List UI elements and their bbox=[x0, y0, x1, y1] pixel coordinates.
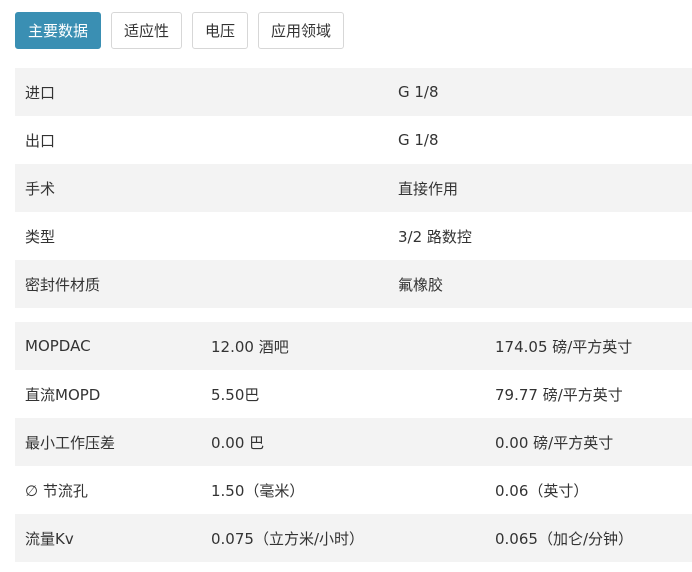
table-row: ∅ 节流孔 1.50（毫米） 0.06（英寸） bbox=[15, 466, 692, 514]
table-row: 出口 G 1/8 bbox=[15, 116, 692, 164]
table-row: 进口 G 1/8 bbox=[15, 68, 692, 116]
specs-table: MOPDAC 12.00 酒吧 174.05 磅/平方英寸 直流MOPD 5.5… bbox=[15, 322, 692, 562]
tab-application-area[interactable]: 应用领域 bbox=[258, 12, 345, 49]
spec-label: 流量Kv bbox=[15, 514, 201, 562]
row-label: 手术 bbox=[15, 164, 388, 212]
spec-label: 直流MOPD bbox=[15, 370, 201, 418]
row-value: G 1/8 bbox=[388, 68, 692, 116]
row-label: 进口 bbox=[15, 68, 388, 116]
spec-metric-value: 1.50（毫米） bbox=[201, 466, 485, 514]
spec-imperial-value: 79.77 磅/平方英寸 bbox=[485, 370, 692, 418]
spec-label: MOPDAC bbox=[15, 322, 201, 370]
row-label: 出口 bbox=[15, 116, 388, 164]
table-row: 密封件材质 氟橡胶 bbox=[15, 260, 692, 308]
spec-imperial-value: 174.05 磅/平方英寸 bbox=[485, 322, 692, 370]
spec-label: 最小工作压差 bbox=[15, 418, 201, 466]
spec-metric-value: 12.00 酒吧 bbox=[201, 322, 485, 370]
spec-label: ∅ 节流孔 bbox=[15, 466, 201, 514]
tab-main-data[interactable]: 主要数据 bbox=[15, 12, 102, 49]
spec-imperial-value: 0.00 磅/平方英寸 bbox=[485, 418, 692, 466]
spec-imperial-value: 0.065（加仑/分钟） bbox=[485, 514, 692, 562]
tab-voltage[interactable]: 电压 bbox=[192, 12, 249, 49]
row-value: G 1/8 bbox=[388, 116, 692, 164]
tab-bar: 主要数据 适应性 电压 应用领域 bbox=[15, 12, 345, 49]
spec-metric-value: 0.075（立方米/小时） bbox=[201, 514, 485, 562]
main-data-table: 进口 G 1/8 出口 G 1/8 手术 直接作用 类型 3/2 路数控 密封件… bbox=[15, 68, 692, 308]
spec-metric-value: 0.00 巴 bbox=[201, 418, 485, 466]
row-value: 直接作用 bbox=[388, 164, 692, 212]
row-label: 类型 bbox=[15, 212, 388, 260]
spec-imperial-value: 0.06（英寸） bbox=[485, 466, 692, 514]
table-row: 手术 直接作用 bbox=[15, 164, 692, 212]
row-label: 密封件材质 bbox=[15, 260, 388, 308]
table-row: MOPDAC 12.00 酒吧 174.05 磅/平方英寸 bbox=[15, 322, 692, 370]
table-row: 类型 3/2 路数控 bbox=[15, 212, 692, 260]
table-row: 直流MOPD 5.50巴 79.77 磅/平方英寸 bbox=[15, 370, 692, 418]
tab-adaptability[interactable]: 适应性 bbox=[111, 12, 183, 49]
table-row: 最小工作压差 0.00 巴 0.00 磅/平方英寸 bbox=[15, 418, 692, 466]
spec-metric-value: 5.50巴 bbox=[201, 370, 485, 418]
row-value: 氟橡胶 bbox=[388, 260, 692, 308]
table-row: 流量Kv 0.075（立方米/小时） 0.065（加仑/分钟） bbox=[15, 514, 692, 562]
row-value: 3/2 路数控 bbox=[388, 212, 692, 260]
